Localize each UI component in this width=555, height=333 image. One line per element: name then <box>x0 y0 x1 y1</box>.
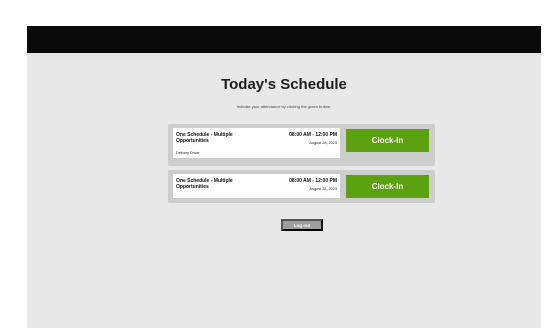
schedule-name: One Schedule - Multiple Opportunities <box>176 178 233 190</box>
page-subtitle: Indicate your attendance by clicking the… <box>236 104 332 109</box>
logout-button[interactable]: Log out <box>281 219 323 231</box>
schedule-time: 08:00 AM - 12:00 PM <box>289 178 337 184</box>
clock-in-button[interactable]: Clock-In <box>346 175 429 198</box>
schedule-info: One Schedule - Multiple Opportunities De… <box>173 128 340 158</box>
schedule-date: August 28, 2023 <box>309 141 337 145</box>
schedule-time: 08:00 AM - 12:00 PM <box>289 132 337 138</box>
schedule-role: Delivery Driver <box>176 151 200 155</box>
top-bar <box>27 26 541 53</box>
clock-in-button[interactable]: Clock-In <box>346 129 429 152</box>
app-frame: Today's Schedule Indicate your attendanc… <box>27 26 541 328</box>
schedule-info: One Schedule - Multiple Opportunities 08… <box>173 174 340 198</box>
schedule-date: August 28, 2023 <box>309 187 337 191</box>
page-title: Today's Schedule <box>221 76 347 93</box>
schedule-card: One Schedule - Multiple Opportunities De… <box>168 124 435 166</box>
schedule-card: One Schedule - Multiple Opportunities 08… <box>168 170 435 203</box>
schedule-name: One Schedule - Multiple Opportunities <box>176 132 233 144</box>
